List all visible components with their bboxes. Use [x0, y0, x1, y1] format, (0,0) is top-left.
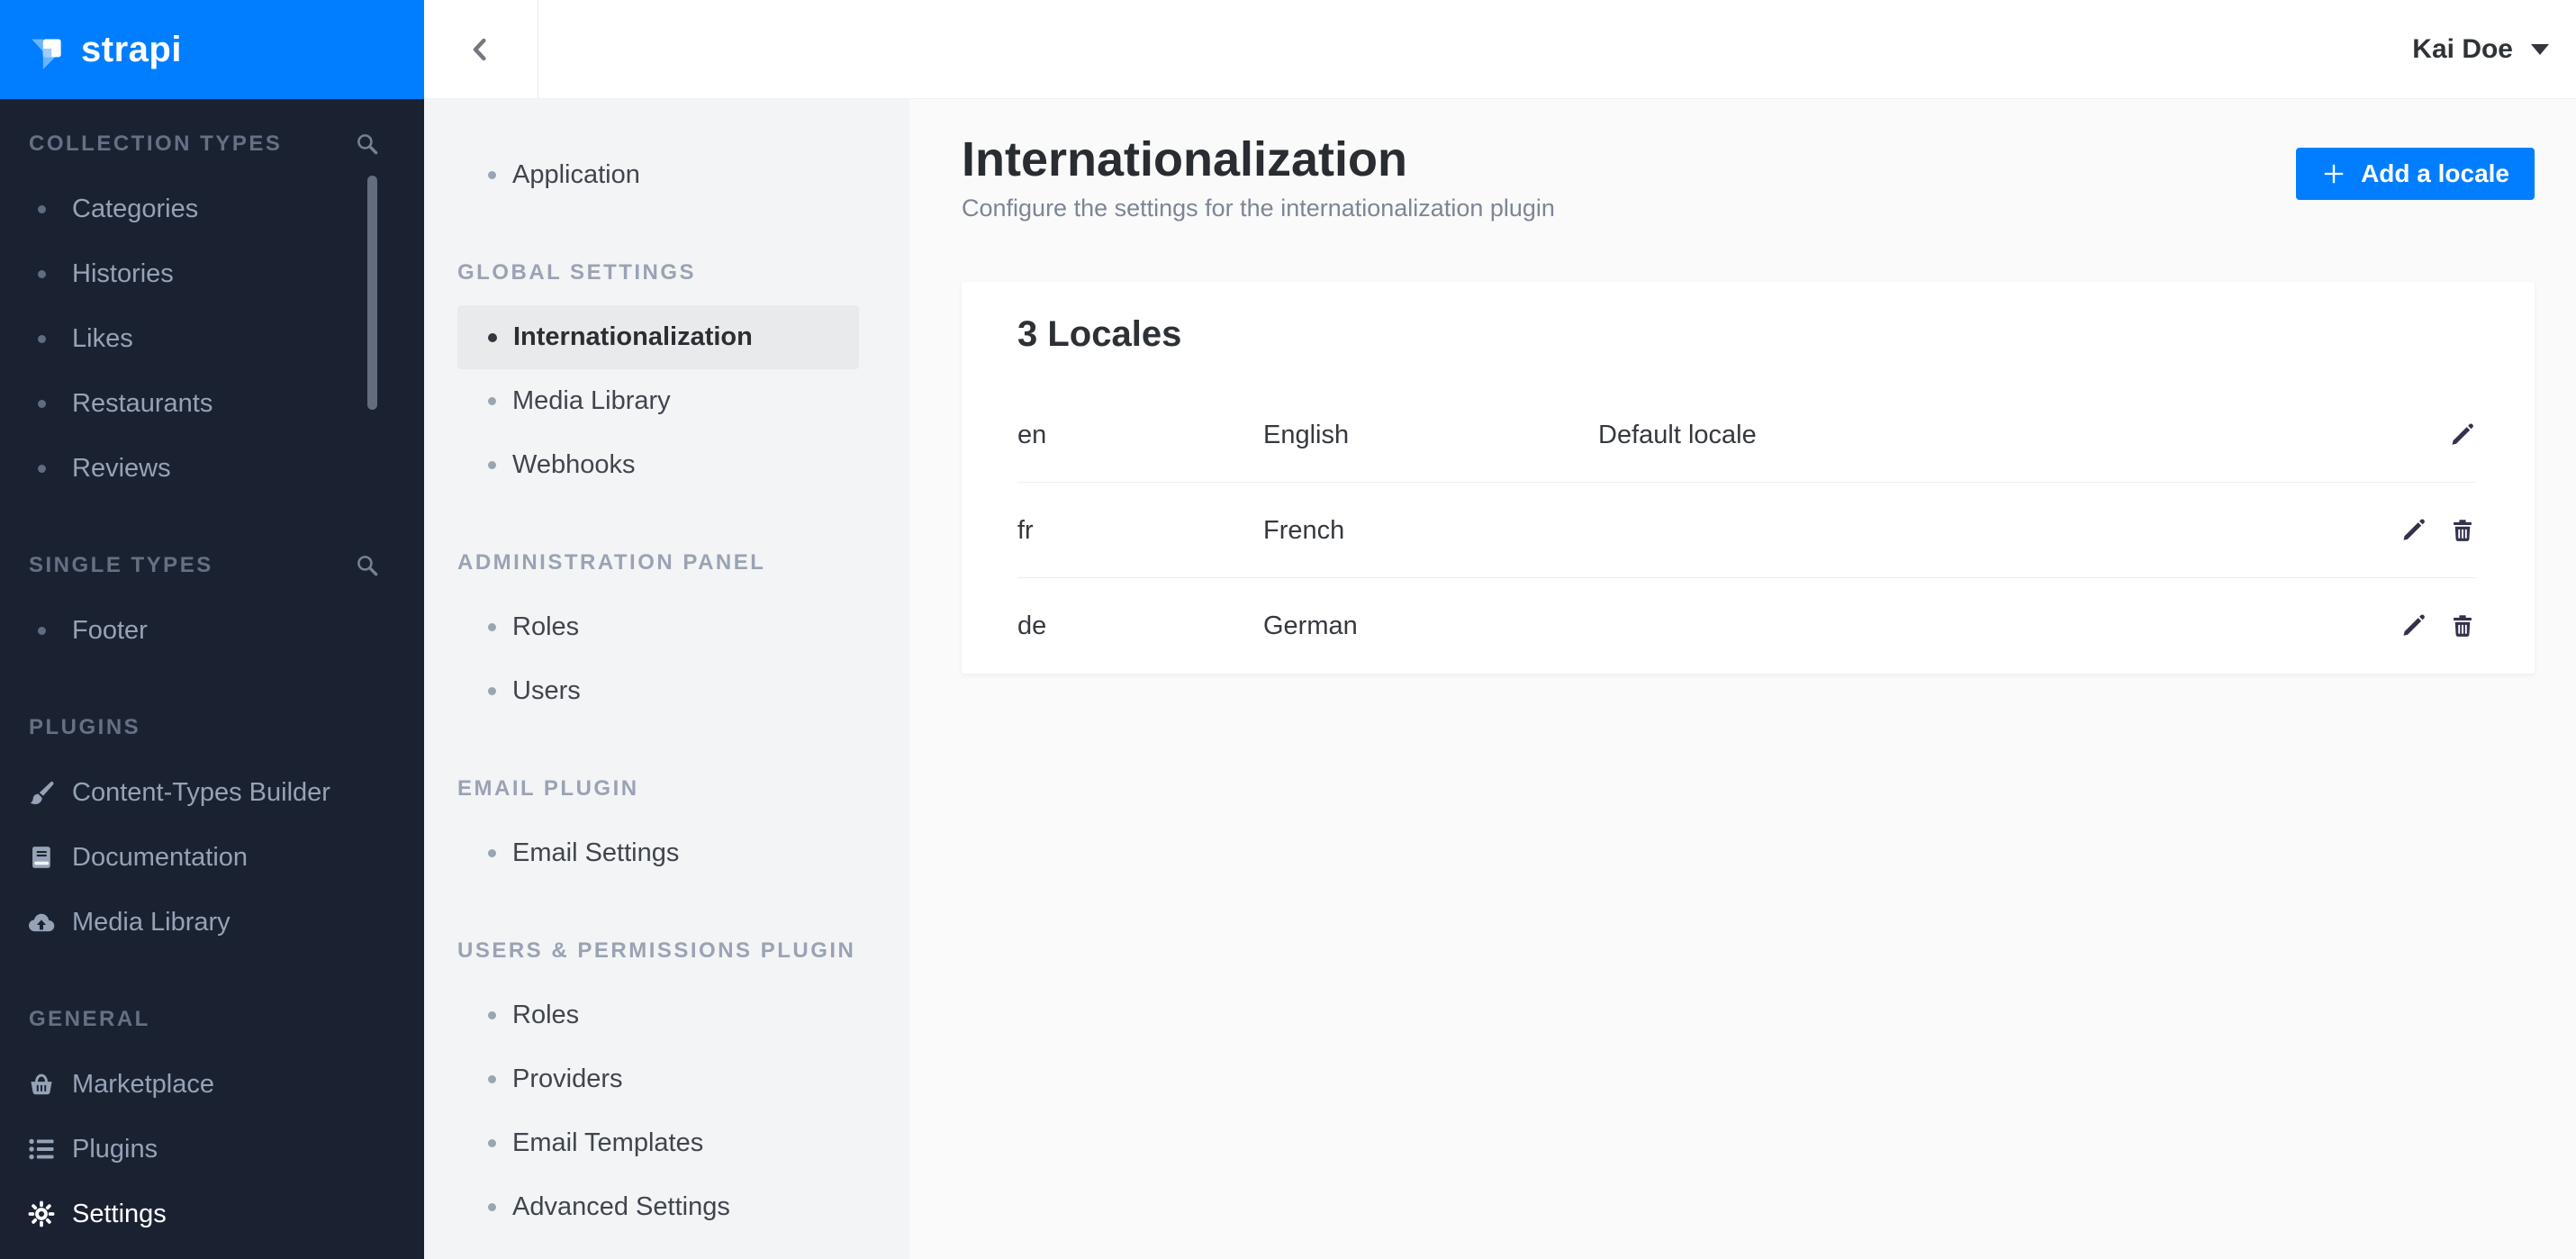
sidebar-item-restaurants[interactable]: Restaurants: [0, 371, 424, 436]
sidebar-item-reviews[interactable]: Reviews: [0, 436, 424, 501]
bullet-icon: [488, 849, 496, 857]
bullet-icon: [488, 1011, 496, 1019]
settings-nav-item-admin-roles[interactable]: Roles: [457, 595, 859, 659]
plus-icon: [2321, 161, 2346, 186]
settings-nav-item-up-roles[interactable]: Roles: [457, 983, 859, 1047]
administration-panel-heading: ADMINISTRATION PANEL: [457, 550, 766, 575]
bullet-icon: [488, 1139, 496, 1147]
sidebar-item-likes[interactable]: Likes: [0, 306, 424, 371]
app-window: strapi COLLECTION TYPES Categories Histo…: [0, 0, 2576, 1259]
sidebar-item-media-library[interactable]: Media Library: [0, 890, 424, 955]
sidebar-item-categories[interactable]: Categories: [0, 177, 424, 241]
bullet-icon: [38, 204, 46, 213]
page-title-block: Internationalization Configure the setti…: [962, 131, 1555, 222]
bullet-icon: [488, 623, 496, 631]
single-types-heading: SINGLE TYPES: [29, 553, 213, 577]
strapi-wordmark: strapi: [81, 29, 182, 69]
locale-default-badge: Default locale: [1598, 420, 1757, 449]
bullet-icon: [488, 397, 496, 405]
edit-locale-button[interactable]: [2448, 421, 2475, 448]
settings-nav-item-email-settings[interactable]: Email Settings: [457, 821, 859, 885]
locale-row-fr: fr French: [962, 483, 2535, 578]
plugins-heading: PLUGINS: [29, 715, 141, 739]
paintbrush-icon: [27, 778, 56, 807]
settings-nav-item-email-templates[interactable]: Email Templates: [457, 1111, 859, 1175]
users-permissions-plugin-heading: USERS & PERMISSIONS PLUGIN: [457, 938, 856, 963]
chevron-left-icon: [466, 33, 495, 66]
user-name: Kai Doe: [2412, 34, 2513, 64]
general-heading: GENERAL: [29, 1007, 150, 1031]
settings-nav-item-internationalization[interactable]: Internationalization: [457, 305, 859, 369]
locale-code: de: [1017, 611, 1047, 640]
list-icon: [27, 1135, 56, 1164]
email-plugin-heading: EMAIL PLUGIN: [457, 776, 639, 801]
settings-nav-item-admin-users[interactable]: Users: [457, 659, 859, 723]
page-title: Internationalization: [962, 132, 1408, 186]
bullet-icon: [488, 1075, 496, 1083]
bullet-icon: [38, 464, 46, 473]
sidebar-item-histories[interactable]: Histories: [0, 241, 424, 306]
locale-code: fr: [1017, 515, 1034, 545]
bullet-icon: [488, 332, 497, 342]
sidebar-section-plugins: PLUGINS Content-Types Builder Documentat…: [0, 695, 424, 955]
gear-icon: [27, 1200, 56, 1228]
sidebar-item-plugins[interactable]: Plugins: [0, 1117, 424, 1182]
cloud-upload-icon: [27, 908, 56, 937]
settings-nav-item-application[interactable]: Application: [457, 143, 859, 207]
sidebar-item-documentation[interactable]: Documentation: [0, 825, 424, 890]
bullet-icon: [488, 1203, 496, 1211]
bullet-icon: [488, 461, 496, 469]
main-sidebar: strapi COLLECTION TYPES Categories Histo…: [0, 0, 424, 1259]
edit-locale-button[interactable]: [2400, 517, 2427, 544]
settings-nav-item-providers[interactable]: Providers: [457, 1047, 859, 1111]
sidebar-section-general: GENERAL Marketplace Plugins Settings: [0, 987, 424, 1246]
sidebar-item-marketplace[interactable]: Marketplace: [0, 1052, 424, 1117]
locale-name: English: [1263, 420, 1350, 449]
sidebar-scrollbar-thumb[interactable]: [367, 176, 377, 410]
search-icon[interactable]: [356, 132, 379, 156]
sidebar-item-content-types-builder[interactable]: Content-Types Builder: [0, 760, 424, 825]
locales-card: 3 Locales en English Default locale fr F…: [962, 282, 2535, 674]
strapi-logo[interactable]: strapi: [0, 0, 424, 99]
settings-nav: Application GLOBAL SETTINGS Internationa…: [424, 99, 909, 1259]
delete-locale-button[interactable]: [2450, 612, 2475, 639]
sidebar-section-collection-types: COLLECTION TYPES Categories Histories Li…: [0, 112, 424, 501]
sidebar-section-single-types: SINGLE TYPES Footer: [0, 533, 424, 663]
book-icon: [27, 843, 56, 872]
caret-down-icon: [2531, 44, 2549, 55]
locale-row-en: en English Default locale: [962, 387, 2535, 483]
settings-nav-item-webhooks[interactable]: Webhooks: [457, 433, 859, 497]
bullet-icon: [488, 687, 496, 695]
user-menu[interactable]: Kai Doe: [2412, 0, 2549, 99]
global-settings-heading: GLOBAL SETTINGS: [457, 260, 697, 285]
locales-card-title: 3 Locales: [1017, 314, 1182, 354]
sidebar-item-settings[interactable]: Settings: [0, 1182, 424, 1246]
main-content: Internationalization Configure the setti…: [909, 99, 2576, 1259]
search-icon[interactable]: [356, 554, 379, 577]
locale-row-de: de German: [962, 578, 2535, 674]
back-button[interactable]: [424, 0, 538, 98]
locale-name: French: [1263, 515, 1345, 545]
sidebar-item-footer[interactable]: Footer: [0, 598, 424, 663]
bullet-icon: [488, 171, 496, 179]
locale-code: en: [1017, 420, 1047, 449]
bullet-icon: [38, 269, 46, 278]
page-subtitle: Configure the settings for the internati…: [962, 195, 1555, 222]
locale-name: German: [1263, 611, 1358, 640]
delete-locale-button[interactable]: [2450, 517, 2475, 544]
bullet-icon: [38, 334, 46, 343]
bullet-icon: [38, 626, 46, 635]
collection-types-heading: COLLECTION TYPES: [29, 131, 283, 156]
settings-nav-item-media-library[interactable]: Media Library: [457, 369, 859, 433]
basket-icon: [27, 1070, 56, 1099]
bullet-icon: [38, 399, 46, 408]
strapi-logo-icon: [27, 29, 68, 70]
add-locale-button[interactable]: Add a locale: [2296, 148, 2535, 200]
top-header: Kai Doe: [424, 0, 2576, 99]
edit-locale-button[interactable]: [2400, 612, 2427, 639]
settings-nav-item-advanced-settings[interactable]: Advanced Settings: [457, 1175, 859, 1239]
